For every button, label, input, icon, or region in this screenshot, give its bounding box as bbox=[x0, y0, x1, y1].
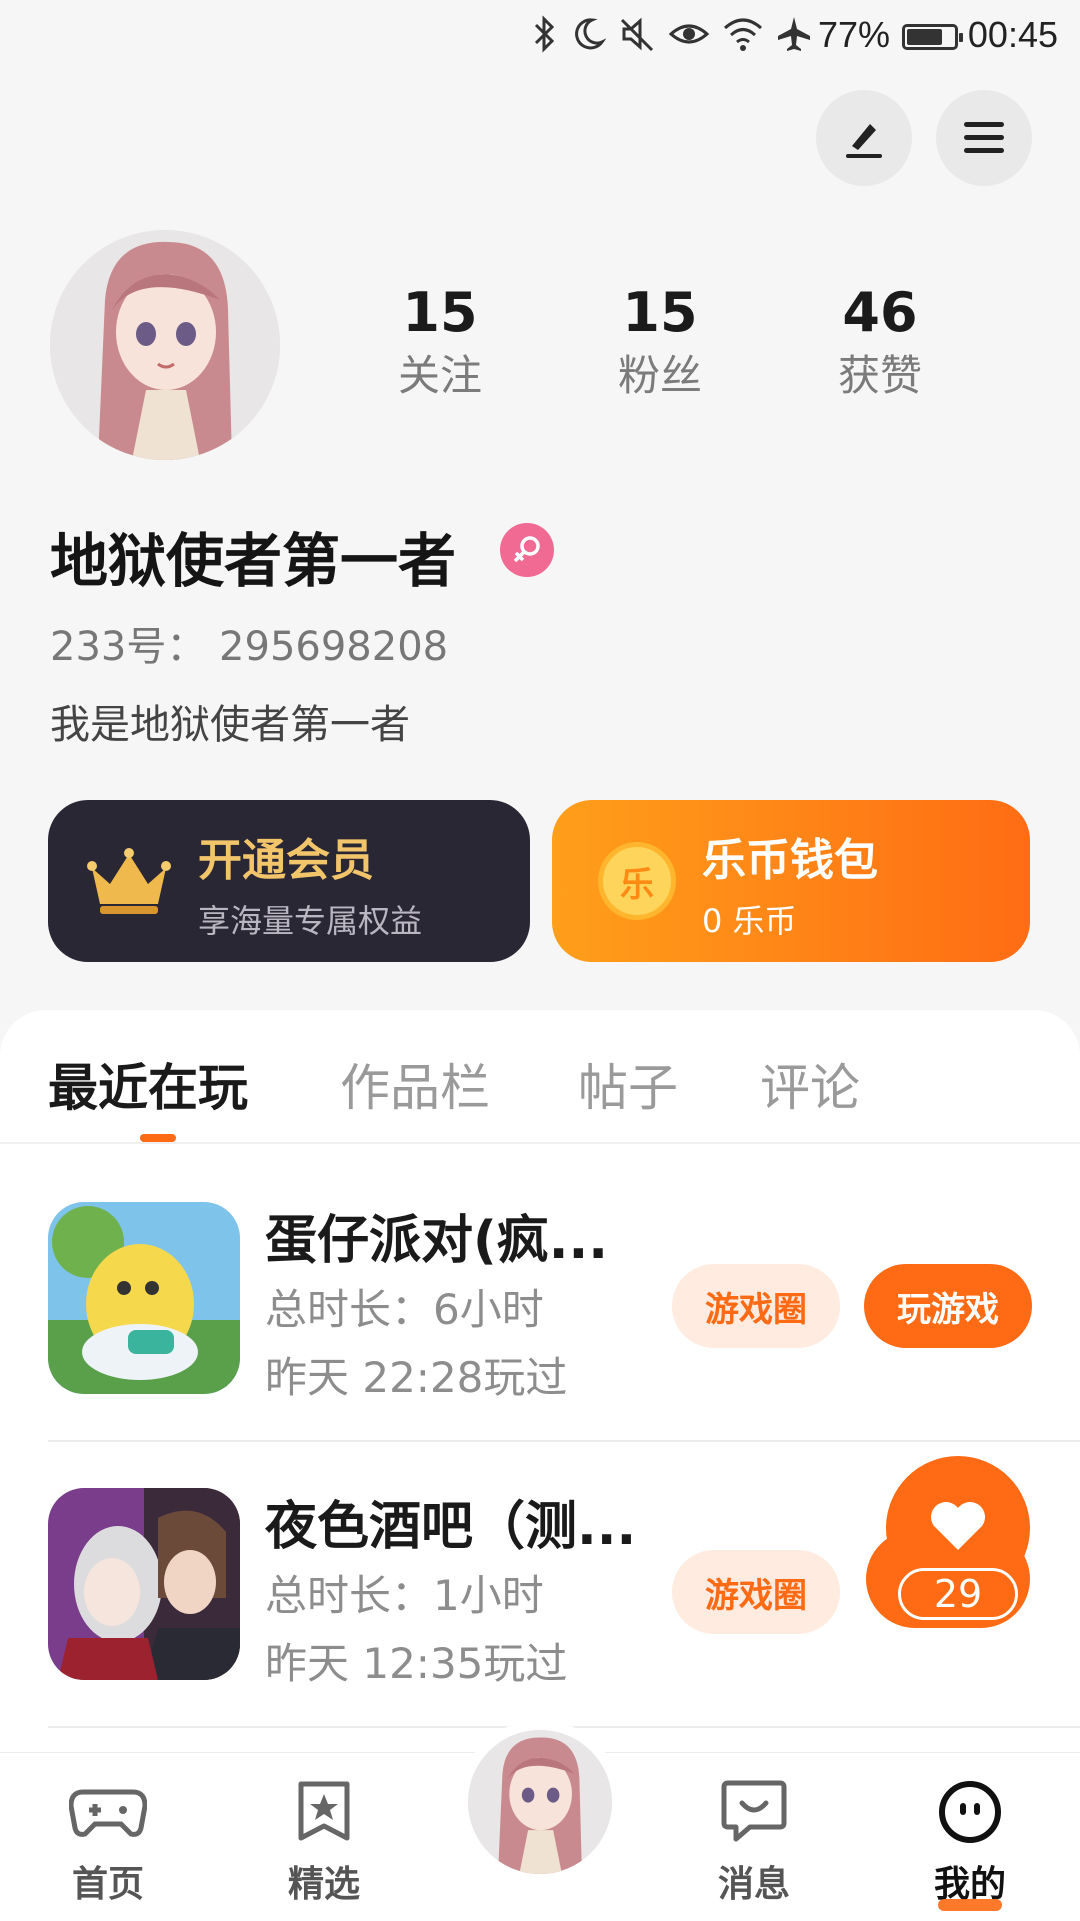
game-duration: 总时长：6小时 bbox=[265, 1285, 544, 1334]
vip-card[interactable]: 开通会员 享海量专属权益 bbox=[48, 800, 530, 962]
heart-icon bbox=[931, 1502, 985, 1550]
menu-icon bbox=[964, 122, 1004, 153]
gamepad-icon bbox=[69, 1789, 147, 1837]
edit-icon bbox=[846, 124, 882, 158]
play-game-button[interactable]: 玩游戏 bbox=[864, 1264, 1032, 1348]
stat-following[interactable]: 15 关注 bbox=[350, 282, 530, 406]
game-title: 蛋仔派对(疯... bbox=[265, 1211, 609, 1271]
content-panel: 最近在玩 作品栏 帖子 评论 蛋仔派对(疯... 总时长：6小时 昨天 22:2… bbox=[0, 1010, 1080, 1770]
stat-likes[interactable]: 46 获赞 bbox=[790, 282, 970, 406]
edit-button[interactable] bbox=[816, 90, 912, 186]
game-circle-button[interactable]: 游戏圈 bbox=[672, 1550, 840, 1634]
avatar-illustration bbox=[50, 230, 280, 460]
nav-messages[interactable]: 消息 bbox=[684, 1773, 824, 1907]
tab-posts[interactable]: 帖子 bbox=[578, 1048, 678, 1120]
nav-active-indicator bbox=[938, 1899, 1002, 1911]
vip-title: 开通会员 bbox=[198, 835, 374, 886]
stat-label: 关注 bbox=[397, 351, 482, 400]
stat-label: 获赞 bbox=[837, 351, 922, 400]
moon-icon bbox=[575, 18, 606, 50]
nav-label: 首页 bbox=[71, 1864, 144, 1905]
game-icon-eggy[interactable] bbox=[48, 1202, 240, 1394]
stat-value: 15 bbox=[402, 281, 478, 344]
stat-value: 15 bbox=[622, 281, 698, 344]
female-icon bbox=[500, 523, 554, 577]
tab-comments[interactable]: 评论 bbox=[760, 1048, 860, 1120]
like-count-pill: 29 bbox=[898, 1568, 1018, 1620]
user-bio: 我是地狱使者第一者 bbox=[50, 702, 410, 748]
battery-percent: 77% bbox=[817, 14, 890, 55]
crown-icon bbox=[87, 848, 171, 914]
wallet-title: 乐币钱包 bbox=[702, 835, 878, 886]
tab-works[interactable]: 作品栏 bbox=[340, 1048, 490, 1120]
bluetooth-icon bbox=[534, 15, 555, 53]
like-count: 29 bbox=[933, 1572, 983, 1616]
coin-icon: 乐 bbox=[598, 842, 676, 920]
airplane-icon bbox=[778, 17, 810, 51]
profile-avatar[interactable] bbox=[50, 230, 280, 460]
chat-icon bbox=[721, 1780, 787, 1842]
avatar-illustration bbox=[468, 1730, 612, 1874]
tab-recent[interactable]: 最近在玩 bbox=[48, 1048, 248, 1120]
clock: 00:45 bbox=[967, 14, 1058, 55]
like-bubble[interactable]: 29 bbox=[866, 1456, 1030, 1628]
game-title: 夜色酒吧（测... bbox=[265, 1497, 637, 1557]
nav-mine[interactable]: 我的 bbox=[900, 1773, 1040, 1911]
star-bookmark-icon bbox=[298, 1781, 350, 1841]
nav-label: 消息 bbox=[717, 1864, 790, 1905]
tab-bar: 最近在玩 作品栏 帖子 评论 bbox=[0, 1010, 1080, 1144]
nav-featured[interactable]: 精选 bbox=[254, 1773, 394, 1907]
list-item[interactable]: 蛋仔派对(疯... 总时长：6小时 昨天 22:28玩过 游戏圈 玩游戏 bbox=[0, 1142, 1080, 1428]
game-circle-button[interactable]: 游戏圈 bbox=[672, 1264, 840, 1348]
menu-button[interactable] bbox=[936, 90, 1032, 186]
mute-icon bbox=[620, 17, 654, 52]
stat-fans[interactable]: 15 粉丝 bbox=[570, 282, 750, 406]
status-bar: 77% 00:45 bbox=[0, 0, 1080, 74]
nav-center-avatar[interactable] bbox=[458, 1720, 622, 1884]
game-last-played: 昨天 22:28玩过 bbox=[265, 1353, 568, 1402]
nav-home[interactable]: 首页 bbox=[38, 1773, 178, 1907]
wifi-icon bbox=[724, 18, 762, 51]
face-icon bbox=[939, 1781, 1001, 1843]
wallet-balance: 0 乐币 bbox=[702, 902, 797, 940]
coin-label: 乐 bbox=[620, 864, 654, 905]
stat-value: 46 bbox=[842, 281, 918, 344]
nav-label: 精选 bbox=[287, 1864, 360, 1905]
vip-subtitle: 享海量专属权益 bbox=[198, 902, 423, 940]
game-icon-night-bar[interactable] bbox=[48, 1488, 240, 1680]
username: 地狱使者第一者 bbox=[50, 527, 457, 595]
user-id: 233号： 295698208 bbox=[50, 624, 449, 670]
wallet-card[interactable]: 乐 乐币钱包 0 乐币 bbox=[552, 800, 1030, 962]
stat-label: 粉丝 bbox=[617, 351, 702, 400]
eye-icon bbox=[668, 24, 710, 44]
status-icons bbox=[532, 14, 812, 54]
game-last-played: 昨天 12:35玩过 bbox=[265, 1639, 568, 1688]
tab-indicator bbox=[140, 1134, 176, 1142]
game-duration: 总时长：1小时 bbox=[265, 1571, 544, 1620]
battery-icon bbox=[902, 24, 963, 50]
